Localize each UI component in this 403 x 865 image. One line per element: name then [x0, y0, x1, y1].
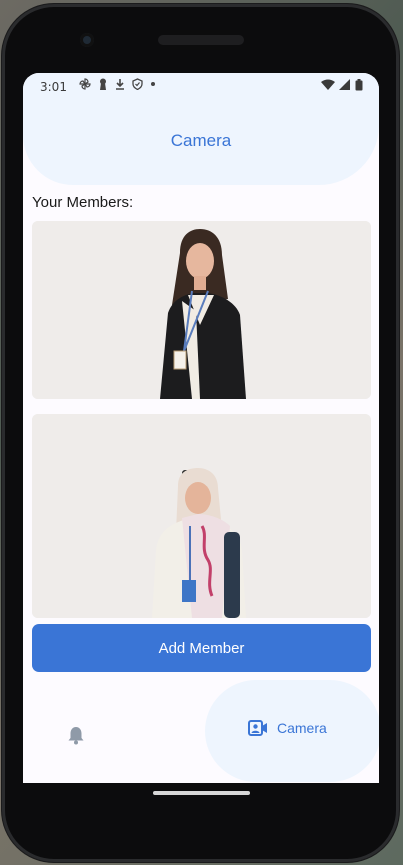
home-indicator[interactable] — [153, 791, 250, 795]
nav-item-camera[interactable]: Camera — [205, 680, 379, 782]
shield-icon — [132, 78, 143, 93]
members-section-label: Your Members: — [32, 194, 134, 211]
status-bar: 3:01 — [23, 73, 379, 101]
keyhole-icon — [98, 78, 108, 93]
download-icon — [115, 78, 125, 93]
dot-icon — [150, 78, 156, 93]
pinwheel-icon — [79, 78, 91, 93]
app-title: Camera — [170, 131, 232, 150]
nav-camera-content: Camera — [248, 720, 327, 736]
battery-icon — [355, 79, 363, 94]
add-member-button[interactable]: Add Member — [32, 624, 371, 672]
member-photo-icon — [32, 221, 371, 399]
member-photo-icon — [32, 414, 371, 618]
status-system-icons — [321, 79, 363, 94]
camera-contact-icon — [248, 720, 267, 736]
bell-icon — [68, 727, 84, 745]
nav-item-notifications[interactable] — [67, 725, 85, 749]
member-card[interactable] — [32, 414, 371, 618]
status-time: 3:01 — [40, 80, 67, 94]
front-camera — [80, 33, 94, 47]
bottom-nav: Camera — [23, 677, 379, 783]
signal-icon — [339, 79, 351, 94]
app-screen: Camera 3:01 Your Members: Add Member Cam… — [23, 73, 379, 783]
nav-camera-label: Camera — [277, 720, 327, 736]
phone-frame: Camera 3:01 Your Members: Add Member Cam… — [2, 4, 399, 862]
wifi-icon — [321, 79, 335, 94]
status-notification-icons — [79, 78, 156, 93]
member-card[interactable] — [32, 221, 371, 399]
earpiece-speaker — [158, 35, 244, 45]
